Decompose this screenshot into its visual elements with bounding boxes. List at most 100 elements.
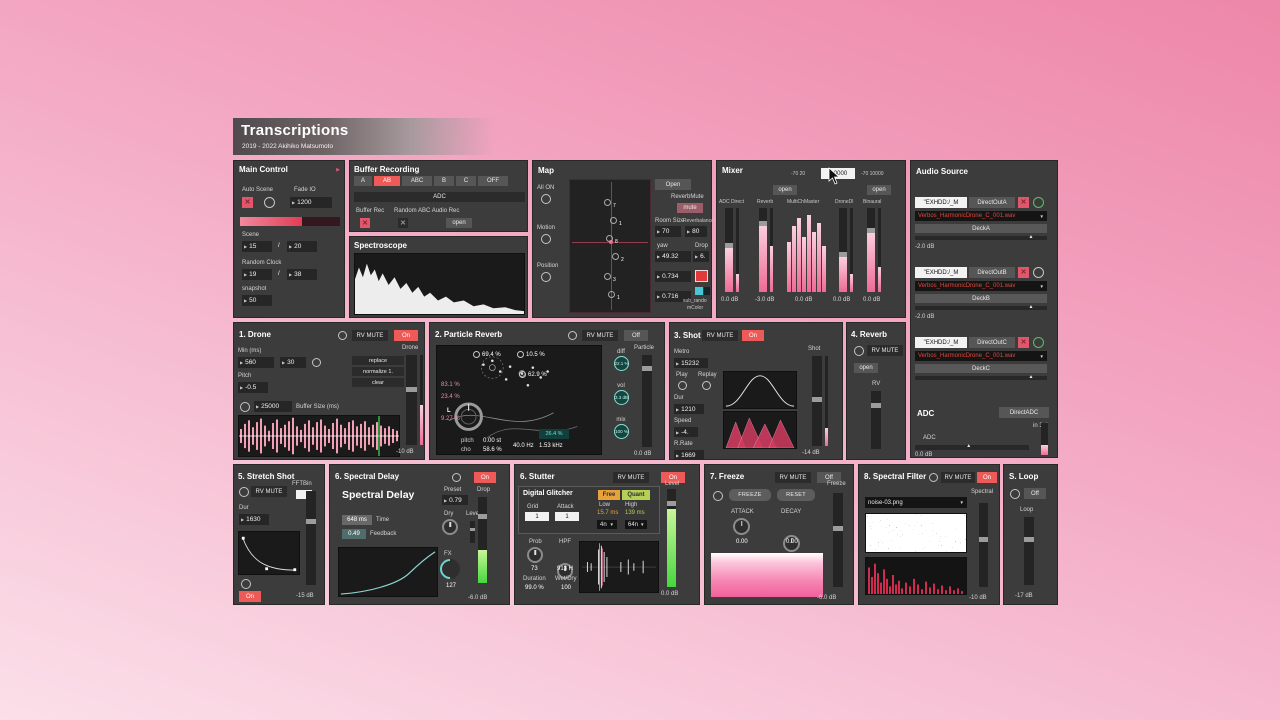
scene-progress-slider[interactable]: [240, 217, 340, 226]
buffer-b-button[interactable]: B: [434, 176, 454, 186]
position-toggle[interactable]: [541, 272, 551, 282]
play-toggle[interactable]: [678, 381, 687, 390]
deck-b-path-box[interactable]: "EXHDD:/_M: [915, 267, 967, 278]
sloop-bang-toggle[interactable]: [1010, 489, 1020, 499]
particle-freq-high[interactable]: 1.53 kHz: [539, 443, 563, 449]
fx-knob[interactable]: [435, 554, 465, 584]
sloop-power-button[interactable]: Off: [1024, 488, 1046, 499]
reverb-fader[interactable]: [871, 391, 881, 449]
stretch-power-button[interactable]: On: [239, 591, 261, 602]
mix-knob[interactable]: 100 %: [614, 424, 629, 439]
drone-buffer-toggle[interactable]: [240, 402, 250, 412]
deck-c-directout-button[interactable]: DirectOutC: [969, 337, 1015, 348]
reverbalance-numbox[interactable]: 80: [685, 226, 707, 237]
mixer-fader-adc-direct[interactable]: [725, 208, 733, 292]
particle-bang-toggle[interactable]: [568, 331, 577, 340]
deck-c-stop-icon[interactable]: [1018, 337, 1029, 348]
particle-mix-box[interactable]: 26.4 %: [539, 429, 569, 439]
sfilter-power-button[interactable]: On: [977, 472, 997, 483]
feedback-value-box[interactable]: 0.49: [342, 529, 366, 539]
map-open-button[interactable]: Open: [655, 179, 691, 190]
reset-button[interactable]: RESET: [777, 489, 815, 501]
map-node[interactable]: 3: [604, 268, 616, 286]
sfilter-fader[interactable]: [979, 503, 988, 587]
deck-b-name-bar[interactable]: DeckB: [915, 294, 1047, 303]
reverb-bang-toggle[interactable]: [854, 346, 864, 356]
drone-bang-toggle[interactable]: [338, 331, 347, 340]
mixer-fader-binaural[interactable]: [867, 208, 875, 292]
particle-power-button[interactable]: Off: [624, 330, 648, 341]
buffer-a-button[interactable]: A: [354, 176, 372, 186]
stretch-fader[interactable]: [306, 491, 316, 585]
prob-knob[interactable]: [527, 547, 543, 563]
scene-total-numbox[interactable]: 20: [287, 241, 317, 252]
snapshot-numbox[interactable]: 50: [242, 295, 272, 306]
drone-buffer-numbox[interactable]: 25000: [254, 401, 292, 412]
reverb-rv-mute-button[interactable]: RV MUTE: [867, 345, 903, 356]
buffer-abc-button[interactable]: ABC: [402, 176, 432, 186]
particle-rv-mute-button[interactable]: RV MUTE: [582, 330, 618, 341]
shot-rv-mute-button[interactable]: RV MUTE: [702, 330, 738, 341]
drone-menu-clear[interactable]: clear: [352, 378, 404, 387]
rrate-numbox[interactable]: 1669: [674, 450, 704, 460]
attack-numbox[interactable]: 1: [555, 512, 579, 521]
sdelay-curve-display[interactable]: [338, 547, 438, 597]
map-xy-display[interactable]: 7 1 8 2 3 1: [569, 179, 651, 313]
stutter-rv-mute-button[interactable]: RV MUTE: [613, 472, 649, 483]
room-size-numbox[interactable]: 70: [655, 226, 681, 237]
attack-knob[interactable]: [733, 518, 750, 535]
stretch-curve-display[interactable]: [238, 531, 300, 575]
freeze-fader[interactable]: [833, 493, 843, 587]
duration-value[interactable]: 99.0 %: [525, 585, 544, 591]
preset-numbox[interactable]: 0.79: [442, 495, 468, 505]
free-button[interactable]: Free: [598, 490, 620, 500]
all-on-toggle[interactable]: [541, 194, 551, 204]
reverb-open-button[interactable]: open: [854, 363, 878, 373]
deck-c-file-dropdown[interactable]: Verbos_HarmonicDrone_C_001.wav: [915, 351, 1047, 361]
deck-b-directout-button[interactable]: DirectOutB: [969, 267, 1015, 278]
color-swatch-red[interactable]: [695, 270, 708, 282]
fade-io-numbox[interactable]: 1200: [290, 197, 332, 208]
buffer-rec-stop-icon[interactable]: [360, 218, 370, 228]
dry-knob[interactable]: [442, 519, 458, 535]
map-mute-button[interactable]: mute: [677, 203, 703, 213]
particle-freq-low[interactable]: 40.0 Hz: [513, 443, 534, 449]
adc-volume-slider[interactable]: ▲: [915, 444, 1029, 450]
freeze-rv-mute-button[interactable]: RV MUTE: [775, 472, 811, 483]
deck-a-play-toggle[interactable]: [1033, 197, 1044, 208]
freeze-bang-toggle[interactable]: [713, 491, 723, 501]
adc-bar[interactable]: ADC: [354, 192, 525, 202]
deck-b-play-toggle[interactable]: [1033, 267, 1044, 278]
auto-scene-toggle[interactable]: [264, 197, 275, 208]
buffer-ab-button[interactable]: AB: [374, 176, 400, 186]
noise-file-dropdown[interactable]: noise-03.png: [865, 497, 967, 508]
random-abc-stop-icon[interactable]: [398, 218, 408, 228]
mixer-fader-reverb[interactable]: [759, 208, 767, 292]
buffer-off-button[interactable]: OFF: [478, 176, 508, 186]
map-node[interactable]: 8: [606, 230, 618, 248]
shot-fader[interactable]: [812, 356, 822, 446]
drone-max-numbox[interactable]: 30: [280, 357, 306, 368]
deck-a-stop-icon[interactable]: [1018, 197, 1029, 208]
wetdry-value[interactable]: 100: [561, 585, 571, 591]
deck-b-stop-icon[interactable]: [1018, 267, 1029, 278]
deck-b-volume-slider[interactable]: ▲: [915, 305, 1047, 310]
deck-a-volume-slider[interactable]: ▲: [915, 235, 1047, 240]
replay-toggle[interactable]: [702, 381, 711, 390]
mixer-open-right-button[interactable]: open: [867, 185, 891, 195]
mixer-open-left-button[interactable]: open: [773, 185, 797, 195]
scene-current-numbox[interactable]: 15: [242, 241, 272, 252]
drone-menu-normalize[interactable]: normalize 1.: [352, 367, 404, 376]
drone-min-numbox[interactable]: 560: [238, 357, 274, 368]
drone-rand-toggle[interactable]: [312, 358, 321, 367]
shot-envelope-display[interactable]: [723, 371, 797, 409]
sloop-fader[interactable]: [1024, 517, 1034, 585]
deck-c-play-toggle[interactable]: [1033, 337, 1044, 348]
stretch-trigger-toggle[interactable]: [241, 579, 251, 589]
drop-numbox[interactable]: 6.: [693, 251, 709, 262]
motion-toggle[interactable]: [541, 234, 551, 244]
deck-c-path-box[interactable]: "EXHDD:/_M: [915, 337, 967, 348]
sfilter-rv-mute-button[interactable]: RV MUTE: [941, 472, 975, 483]
deck-b-file-dropdown[interactable]: Verbos_HarmonicDrone_C_001.wav: [915, 281, 1047, 291]
map-node[interactable]: 7: [604, 194, 616, 212]
